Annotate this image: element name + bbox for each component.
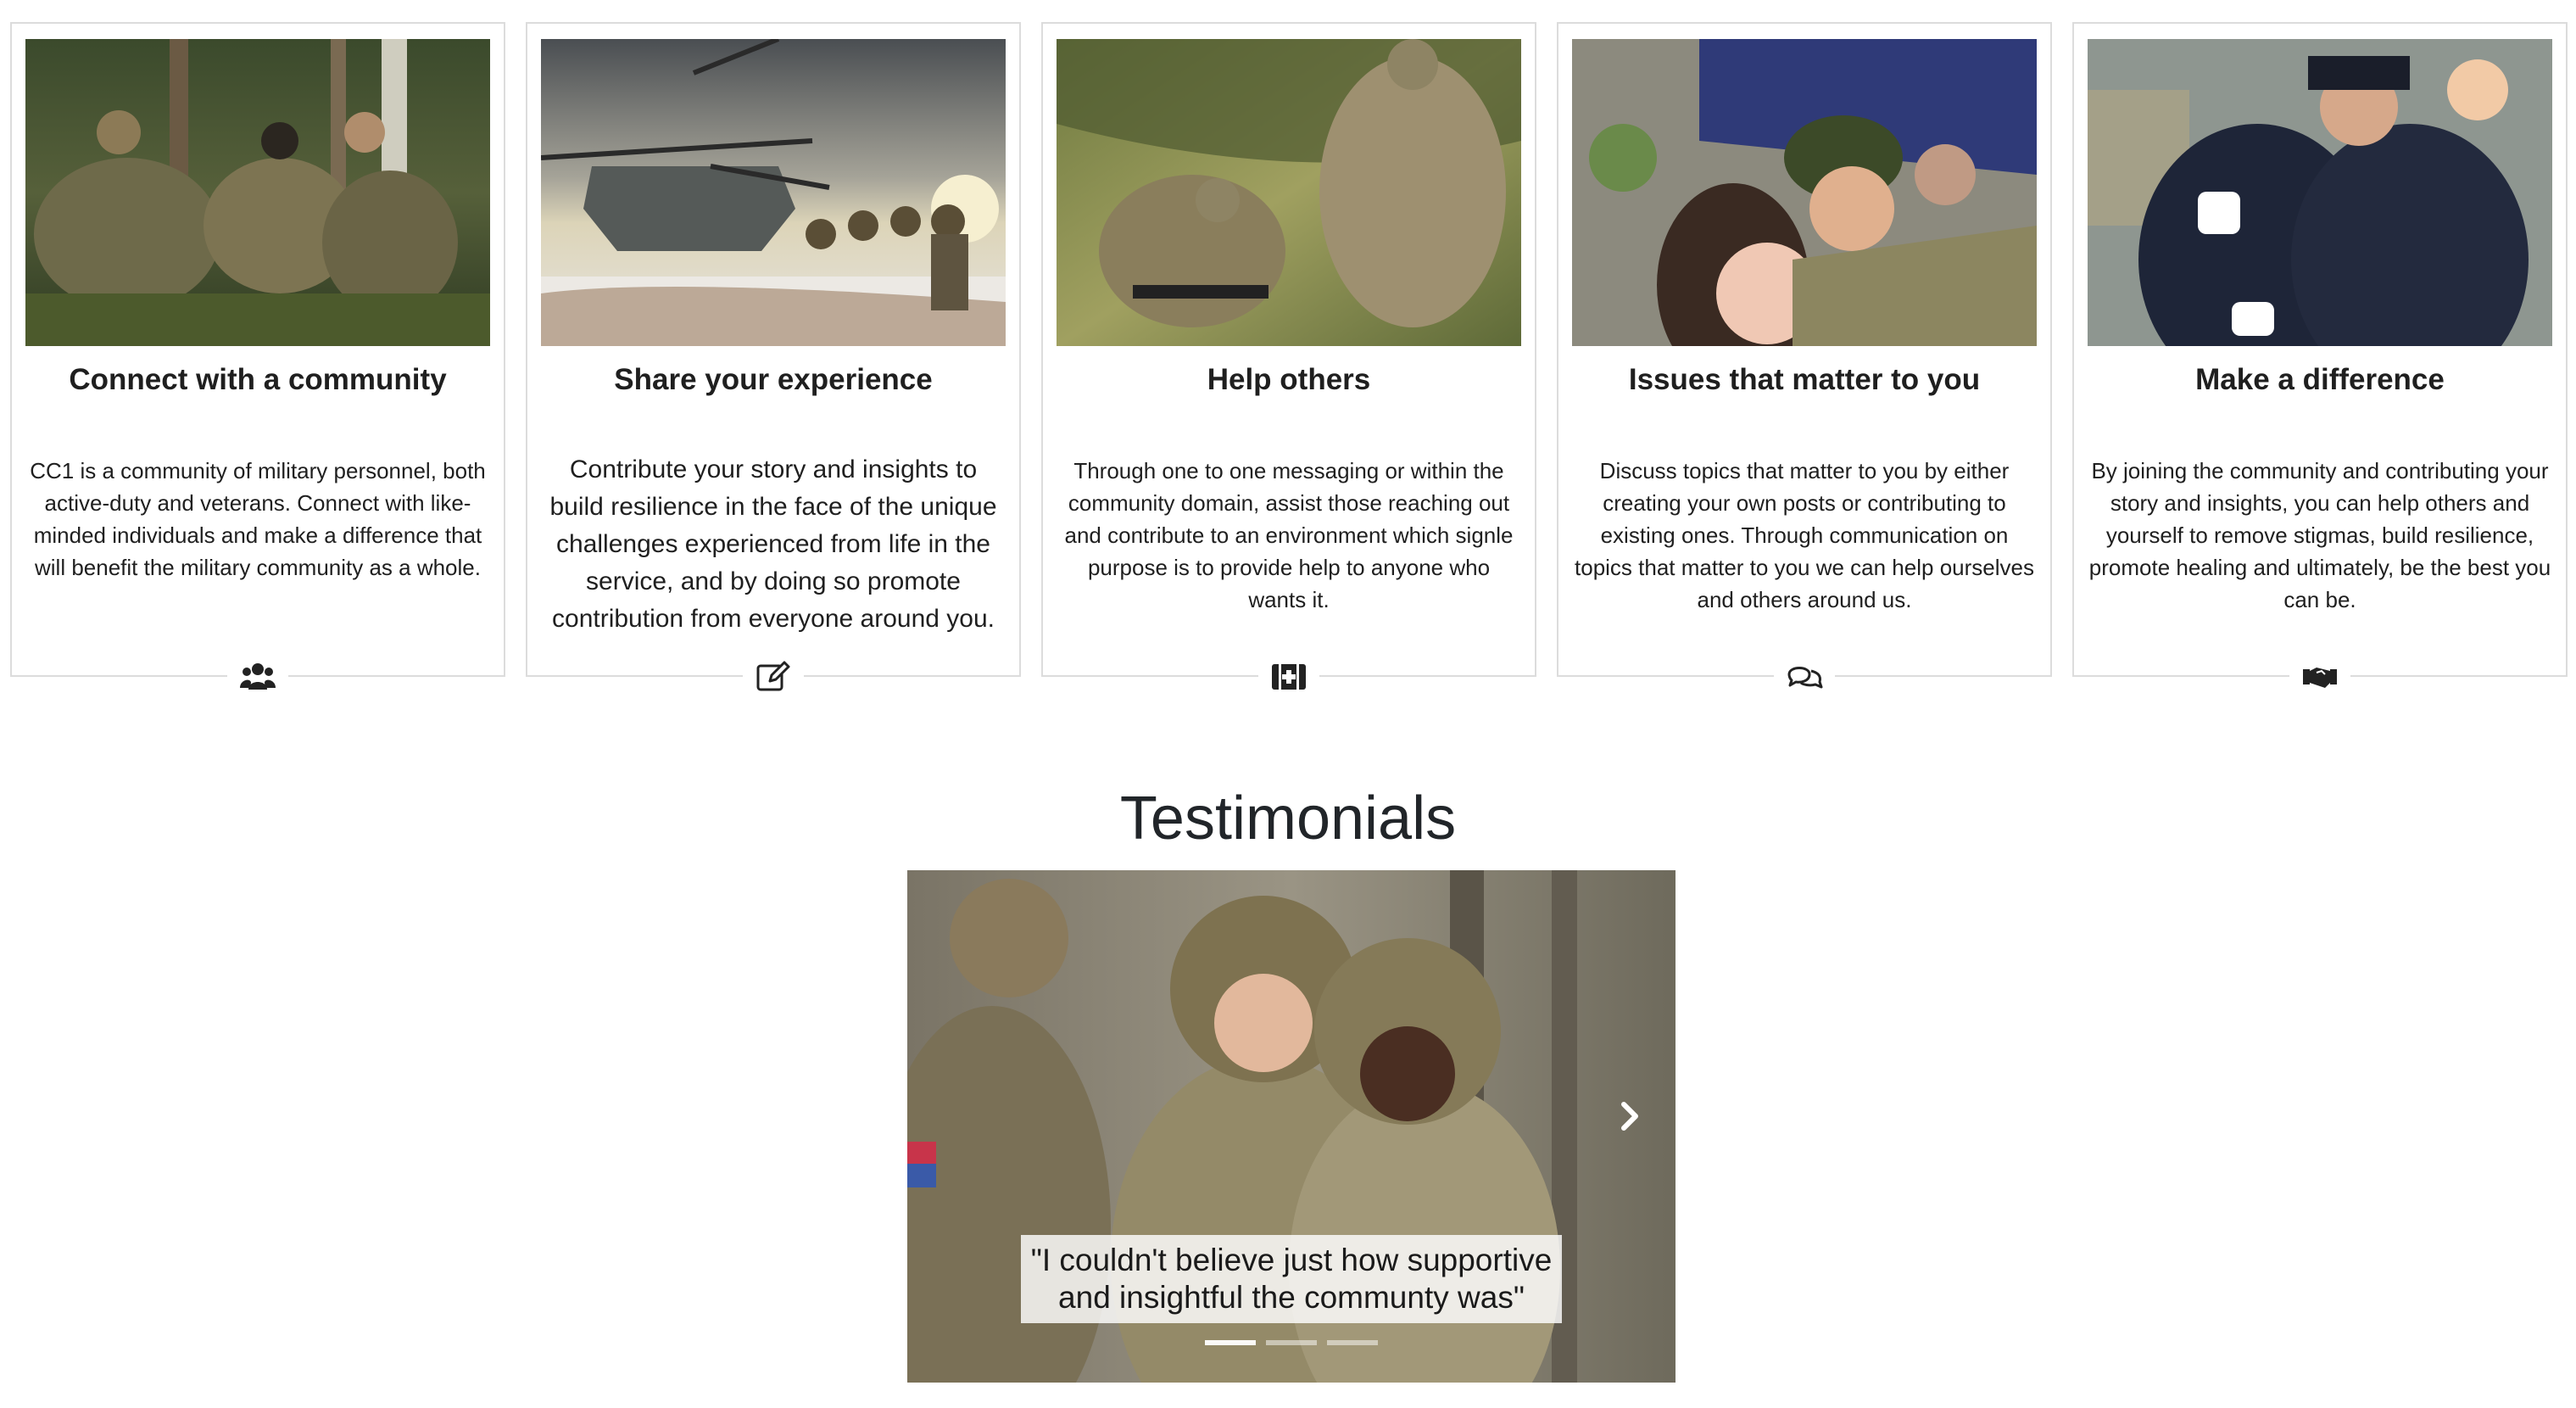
card-image-helicopter [541,39,1006,346]
card-image-officer-embrace [2088,39,2552,346]
card-title: Connect with a community [69,363,447,396]
card-title: Share your experience [614,363,933,396]
card-description: Contribute your story and insights to bu… [549,455,997,633]
comments-icon [1774,657,1835,696]
users-icon [227,657,288,696]
card-title: Issues that matter to you [1628,363,1981,396]
feature-card-issues: Issues that matter to you Discuss topics… [1557,22,2052,696]
page: Connect with a community CC1 is a commun… [0,0,2576,1408]
testimonials-carousel[interactable]: "I couldn't believe just how supportive … [907,870,1676,1383]
feature-card-difference: Make a difference By joining the communi… [2072,22,2568,696]
feature-card-share: Share your experience Contribute your st… [526,22,1021,696]
carousel-next-button[interactable] [1613,1091,1647,1142]
carousel-indicator[interactable] [1205,1340,1256,1345]
testimonials-heading: Testimonials [1119,785,1457,852]
card-description: By joining the community and contributin… [2088,458,2551,612]
feature-card-help: Help others Through one to one messaging… [1041,22,1536,696]
edit-icon [743,657,804,696]
carousel-prev-button[interactable] [936,1091,970,1142]
handshake-icon [2289,657,2350,696]
feature-cards: Connect with a community CC1 is a commun… [10,22,2568,696]
card-image-helping-hand [1057,39,1521,346]
carousel-indicator[interactable] [1327,1340,1378,1345]
carousel-indicator[interactable] [1266,1340,1317,1345]
carousel-indicators [907,1340,1676,1345]
medkit-icon [1258,657,1319,696]
chevron-right-icon [1621,1102,1638,1131]
testimonial-caption: "I couldn't believe just how supportive … [1021,1235,1562,1323]
card-title: Help others [1207,363,1371,396]
card-description: CC1 is a community of military personnel… [30,458,486,580]
card-description: Through one to one messaging or within t… [1064,458,1514,612]
card-description: Discuss topics that matter to you by eit… [1575,458,2034,612]
feature-card-community: Connect with a community CC1 is a commun… [10,22,505,696]
card-image-soldiers-resting [25,39,490,346]
card-title: Make a difference [2195,363,2445,396]
card-image-family-reunion [1572,39,2037,346]
